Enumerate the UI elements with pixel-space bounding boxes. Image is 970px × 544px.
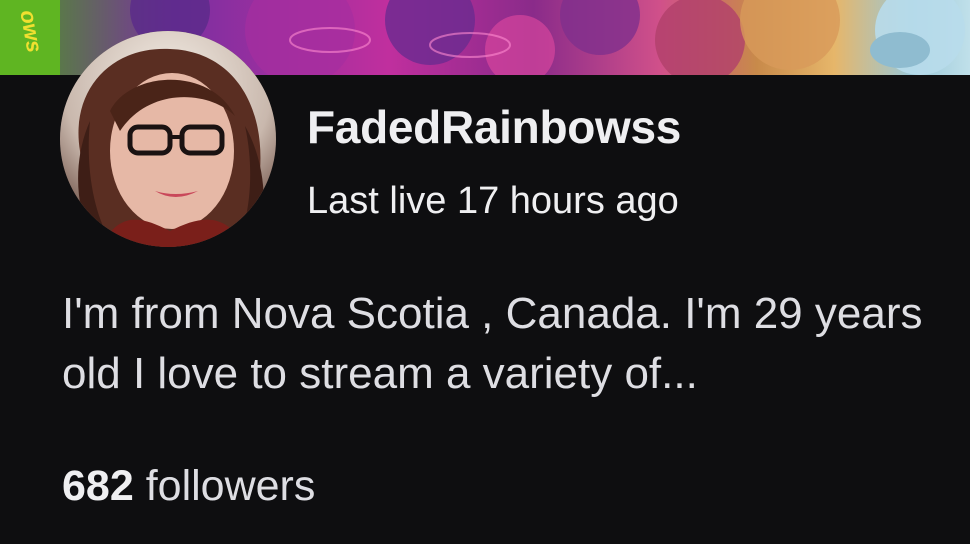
channel-card[interactable]: ows FadedRainbowss Last live 17 hours ag… xyxy=(0,0,970,544)
streamer-avatar-icon xyxy=(60,31,276,247)
channel-name[interactable]: FadedRainbowss xyxy=(307,101,681,153)
follower-count-number: 682 xyxy=(62,462,134,510)
follower-count: 682 followers xyxy=(62,460,315,512)
follower-count-label: followers xyxy=(145,462,316,510)
channel-bio: I'm from Nova Scotia , Canada. I'm 29 ye… xyxy=(62,289,923,398)
avatar[interactable] xyxy=(60,31,276,247)
last-live-status: Last live 17 hours ago xyxy=(307,180,679,222)
